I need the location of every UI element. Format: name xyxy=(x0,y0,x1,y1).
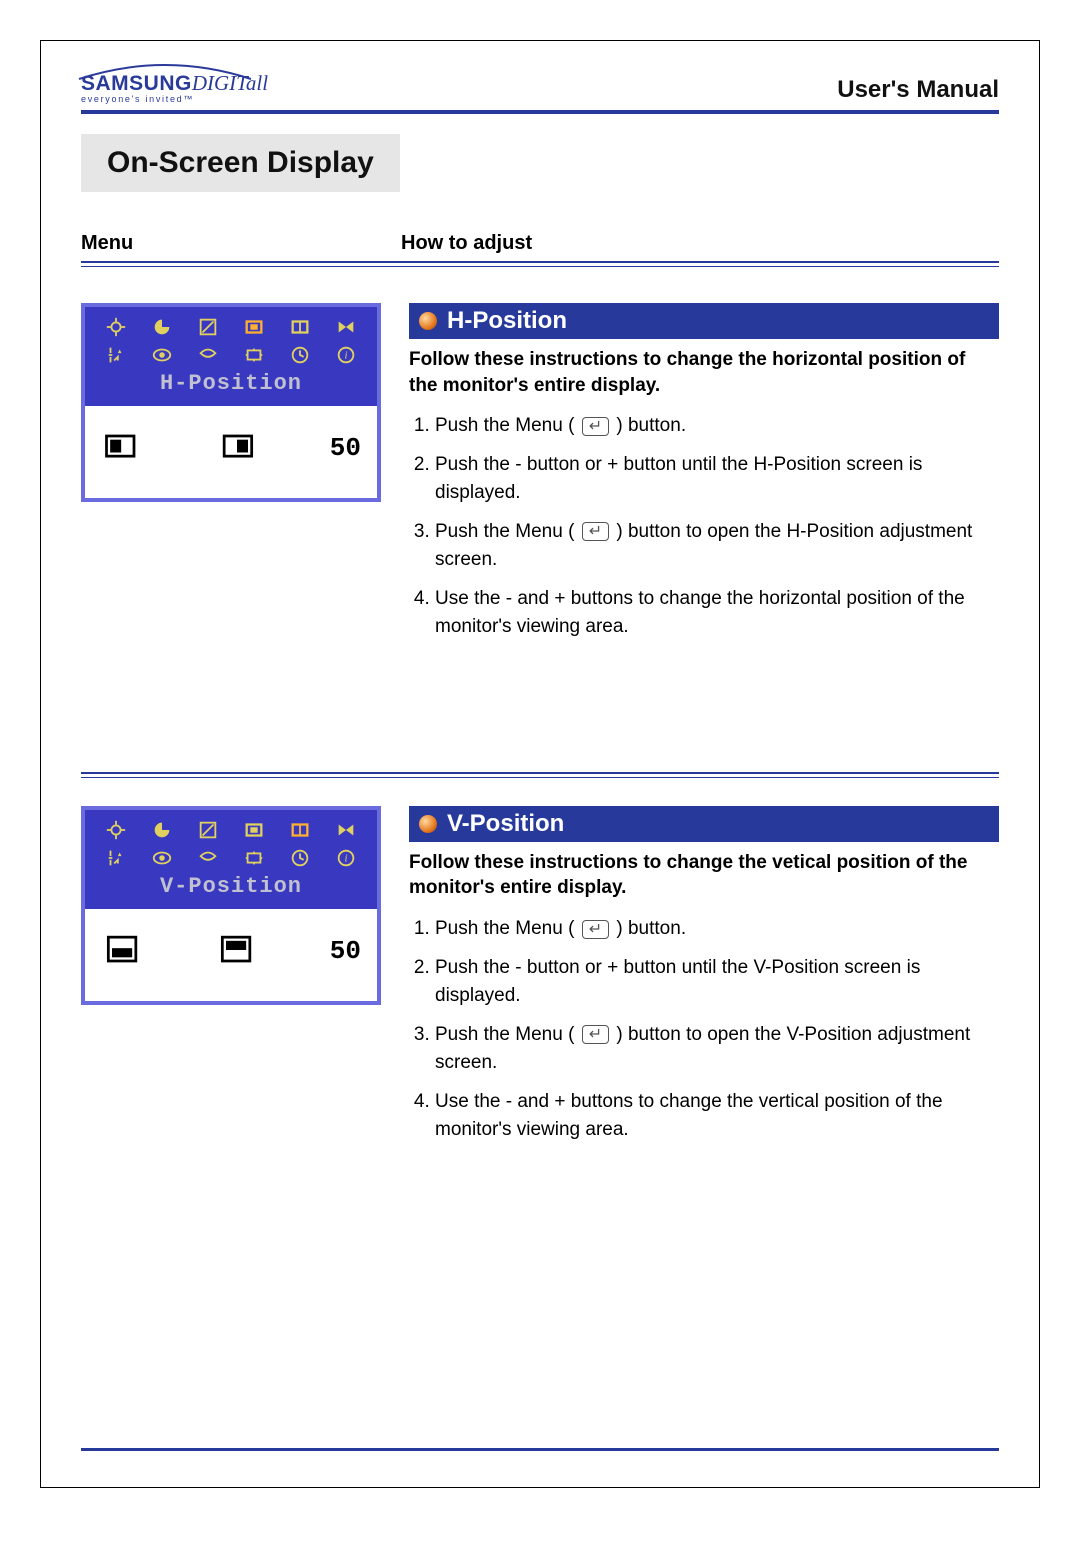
osd-icon-8 xyxy=(194,343,222,367)
osd-label: V-Position xyxy=(93,874,369,903)
feature-lead: Follow these instructions to change the … xyxy=(409,347,999,398)
osd-value: 50 xyxy=(330,936,361,966)
feature-lead: Follow these instructions to change the … xyxy=(409,850,999,901)
osd-icon-3 xyxy=(240,818,268,842)
col-header-howto: How to adjust xyxy=(401,232,999,255)
menu-button-icon: ↵ xyxy=(582,417,609,436)
osd-icon-0 xyxy=(102,315,130,339)
osd-icon-4 xyxy=(286,818,314,842)
entry: i H-Position 50 H-Position Follow these … xyxy=(81,303,999,652)
osd-body-icon-left xyxy=(101,931,145,971)
step: Push the Menu ( ↵ ) button. xyxy=(435,412,999,441)
column-rule xyxy=(81,261,999,267)
step: Use the - and + buttons to change the ve… xyxy=(435,1088,999,1145)
osd-icon-5 xyxy=(332,818,360,842)
osd-screenshot: i H-Position 50 xyxy=(81,303,381,652)
step: Push the Menu ( ↵ ) button. xyxy=(435,915,999,944)
menu-button-icon: ↵ xyxy=(582,522,609,541)
osd-body-icon-right xyxy=(215,931,259,971)
brand-logo: SAMSUNGDIGITall everyone's invited™ xyxy=(81,71,268,104)
osd-icon-5 xyxy=(332,315,360,339)
osd-icon-4 xyxy=(286,315,314,339)
osd-icon-2 xyxy=(194,818,222,842)
brand-tagline: everyone's invited™ xyxy=(81,94,268,104)
entry: i V-Position 50 V-Position Follow these … xyxy=(81,806,999,1155)
osd-icon-9 xyxy=(240,846,268,870)
osd-screenshot: i V-Position 50 xyxy=(81,806,381,1155)
osd-body-icon-right xyxy=(215,428,259,468)
osd-value: 50 xyxy=(330,433,361,463)
osd-icon-7 xyxy=(148,343,176,367)
section-title: On-Screen Display xyxy=(81,134,400,192)
footer-rule xyxy=(81,1448,999,1451)
bullet-icon xyxy=(419,312,437,330)
osd-icon-10 xyxy=(286,343,314,367)
svg-text:i: i xyxy=(344,852,347,864)
menu-button-icon: ↵ xyxy=(582,1025,609,1044)
header-row: SAMSUNGDIGITall everyone's invited™ User… xyxy=(81,71,999,104)
osd-icon-9 xyxy=(240,343,268,367)
step: Use the - and + buttons to change the ho… xyxy=(435,585,999,642)
manual-title: User's Manual xyxy=(837,76,999,104)
osd-icon-0 xyxy=(102,818,130,842)
svg-text:i: i xyxy=(344,350,347,362)
osd-icon-10 xyxy=(286,846,314,870)
feature-title: H-Position xyxy=(447,307,567,335)
feature-title-bar: H-Position xyxy=(409,303,999,339)
osd-icon-11: i xyxy=(332,343,360,367)
step: Push the Menu ( ↵ ) button to open the V… xyxy=(435,1021,999,1078)
osd-icon-1 xyxy=(148,315,176,339)
osd-icon-2 xyxy=(194,315,222,339)
osd-icon-7 xyxy=(148,846,176,870)
feature-title-bar: V-Position xyxy=(409,806,999,842)
step: Push the Menu ( ↵ ) button to open the H… xyxy=(435,518,999,575)
swoosh-icon xyxy=(75,59,255,83)
menu-button-icon: ↵ xyxy=(582,920,609,939)
steps-list: Push the Menu ( ↵ ) button. Push the - bu… xyxy=(409,915,999,1145)
column-headers: Menu How to adjust xyxy=(81,232,999,255)
step: Push the - button or + button until the … xyxy=(435,954,999,1011)
step: Push the - button or + button until the … xyxy=(435,451,999,508)
steps-list: Push the Menu ( ↵ ) button. Push the - bu… xyxy=(409,412,999,642)
feature-title: V-Position xyxy=(447,810,564,838)
col-header-menu: Menu xyxy=(81,232,401,255)
howto-column: H-Position Follow these instructions to … xyxy=(409,303,999,652)
osd-icon-8 xyxy=(194,846,222,870)
bullet-icon xyxy=(419,815,437,833)
page: SAMSUNGDIGITall everyone's invited™ User… xyxy=(40,40,1040,1488)
osd-icon-6 xyxy=(102,846,130,870)
header-rule xyxy=(81,110,999,114)
osd-icon-11: i xyxy=(332,846,360,870)
entry-separator xyxy=(81,772,999,778)
osd-icon-3 xyxy=(240,315,268,339)
osd-icon-6 xyxy=(102,343,130,367)
howto-column: V-Position Follow these instructions to … xyxy=(409,806,999,1155)
osd-body-icon-left xyxy=(101,428,145,468)
osd-icon-1 xyxy=(148,818,176,842)
osd-label: H-Position xyxy=(93,371,369,400)
